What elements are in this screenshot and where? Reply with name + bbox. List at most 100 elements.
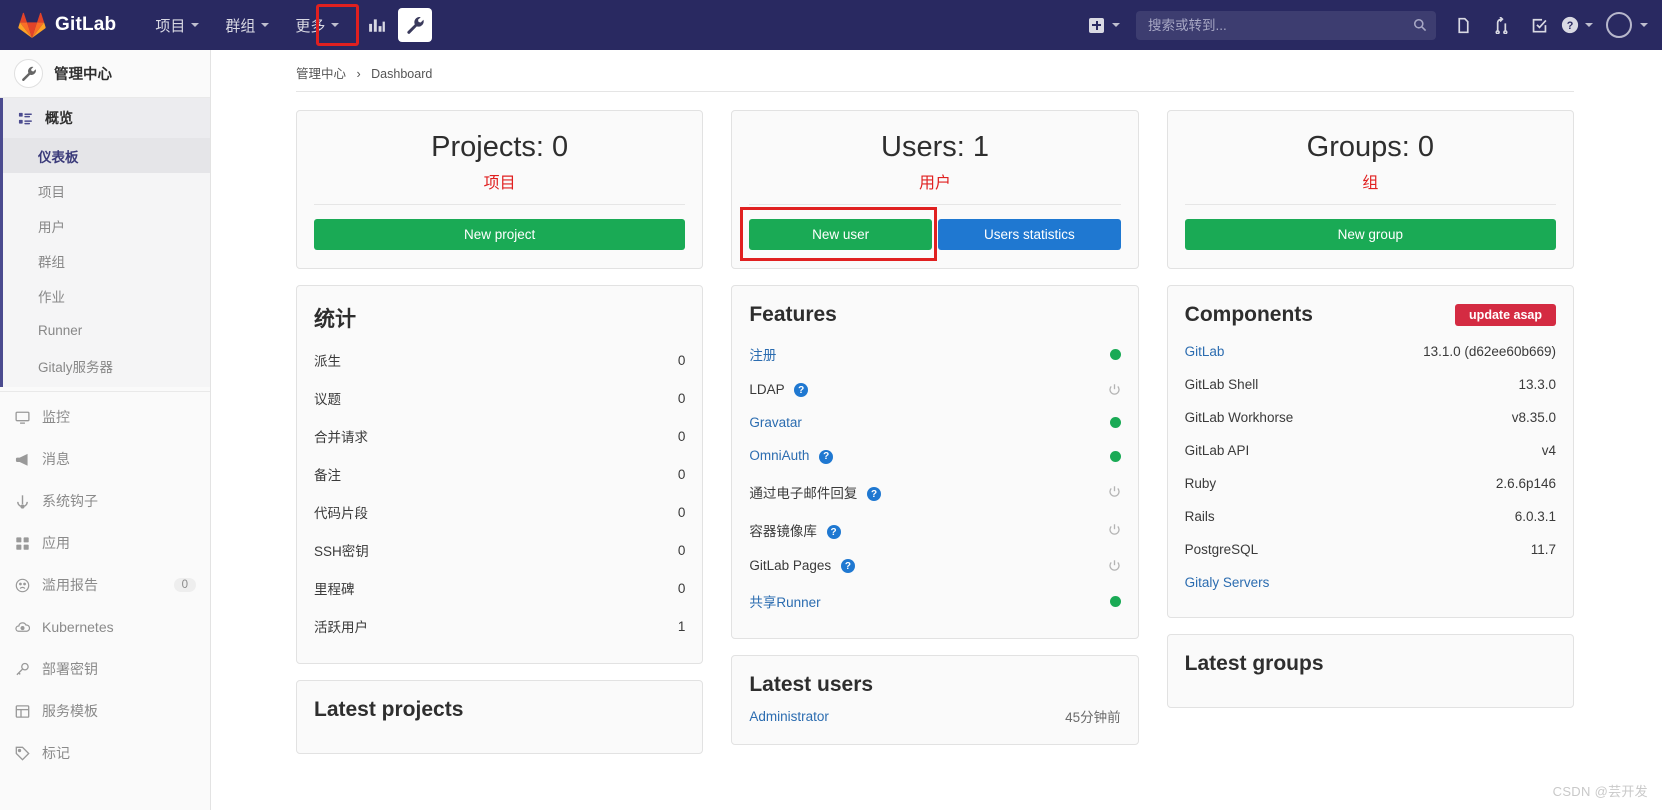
merge-requests-icon[interactable]: [1484, 8, 1518, 42]
users-statistics-button[interactable]: Users statistics: [938, 219, 1121, 250]
sidebar-item-gitaly-servers[interactable]: Gitaly服务器: [3, 348, 210, 383]
chart-bar-icon[interactable]: [360, 8, 394, 42]
feature-label[interactable]: OmniAuth: [749, 448, 809, 463]
feature-label[interactable]: 注册: [749, 348, 776, 363]
sidebar-item-users[interactable]: 用户: [3, 208, 210, 243]
sidebar-item-labels[interactable]: 标记: [0, 732, 210, 774]
component-value: v8.35.0: [1511, 410, 1556, 425]
component-label: Ruby: [1184, 476, 1217, 491]
search-box[interactable]: [1136, 10, 1436, 40]
sidebar-item-monitoring[interactable]: 监控: [0, 396, 210, 438]
search-icon[interactable]: [1413, 18, 1427, 32]
issues-icon[interactable]: [1446, 8, 1480, 42]
sidebar-item-deploy-keys[interactable]: 部署密钥: [0, 648, 210, 690]
plus-square-icon: [1089, 17, 1104, 33]
sidebar-item-system-hooks[interactable]: 系统钩子: [0, 480, 210, 522]
projects-button-row: New project: [314, 219, 686, 250]
sidebar-header-title: 管理中心: [54, 67, 112, 83]
sidebar-item-projects[interactable]: 项目: [3, 173, 210, 208]
component-label: GitLab Shell: [1184, 377, 1259, 392]
breadcrumb-root[interactable]: 管理中心: [296, 67, 346, 81]
new-group-button[interactable]: New group: [1184, 219, 1556, 250]
stat-label: 里程碑: [314, 582, 355, 597]
stat-label: 派生: [314, 354, 341, 369]
sidebar-item-jobs-label: 作业: [38, 289, 65, 305]
update-asap-badge[interactable]: update asap: [1455, 304, 1556, 326]
components-card: Components update asap GitLab 13.1.0 (d6…: [1166, 285, 1574, 618]
feature-label-group: LDAP ?: [749, 382, 809, 398]
sidebar-item-groups[interactable]: 群组: [3, 243, 210, 278]
sidebar-item-abuse-reports[interactable]: 滥用报告 0: [0, 564, 210, 606]
stat-label: 活跃用户: [314, 620, 368, 635]
status-badge-on: [1109, 348, 1121, 360]
sidebar-item-dashboard-label: 仪表板: [38, 149, 79, 165]
stat-label: 代码片段: [314, 506, 368, 521]
help-icon[interactable]: ?: [1560, 8, 1594, 42]
feature-label-group: GitLab Pages ?: [749, 557, 855, 574]
gitlab-logo-icon[interactable]: [18, 12, 46, 38]
dashboard-column-groups: Groups: 0 组 New group Components update …: [1166, 110, 1574, 754]
sidebar-overview-submenu: 仪表板 项目 用户 群组 作业 Runner Gitaly服务器: [0, 138, 210, 387]
component-label[interactable]: GitLab: [1185, 344, 1225, 359]
nav-item-groups[interactable]: 群组: [212, 0, 282, 50]
sidebar-divider: [0, 391, 210, 392]
help-icon[interactable]: ?: [826, 525, 841, 540]
sidebar-item-jobs[interactable]: 作业: [3, 278, 210, 313]
nav-item-more[interactable]: 更多: [282, 0, 352, 50]
feature-label-group: 通过电子邮件回复 ?: [749, 482, 882, 502]
breadcrumb: 管理中心 › Dashboard: [296, 50, 1574, 92]
feature-label: GitLab Pages: [749, 557, 832, 573]
sidebar-item-service-templates[interactable]: 服务模板: [0, 690, 210, 732]
feature-label-group: Gravatar: [749, 415, 802, 430]
new-user-button[interactable]: New user: [749, 219, 932, 250]
sidebar-item-applications[interactable]: 应用: [0, 522, 210, 564]
status-badge-off: [1108, 523, 1121, 536]
sidebar-item-overview[interactable]: 概览: [0, 98, 210, 138]
new-project-button[interactable]: New project: [314, 219, 686, 250]
table-row: PostgreSQL 11.7: [1185, 533, 1556, 566]
megaphone-icon: [14, 451, 31, 468]
new-item-button[interactable]: [1079, 17, 1130, 33]
feature-label[interactable]: Gravatar: [749, 415, 802, 430]
components-header: Components update asap: [1185, 303, 1556, 327]
sidebar-item-messages[interactable]: 消息: [0, 438, 210, 480]
feature-label-group: 共享Runner: [749, 591, 820, 611]
stat-label: 合并请求: [314, 430, 368, 445]
component-label: GitLab Workhorse: [1184, 410, 1294, 425]
admin-area-wrench-icon[interactable]: [398, 8, 433, 42]
help-icon[interactable]: ?: [840, 559, 855, 574]
key-icon: [14, 661, 31, 678]
todos-icon[interactable]: [1522, 8, 1556, 42]
sidebar-item-deploy-keys-label: 部署密钥: [42, 661, 98, 677]
feature-label: LDAP: [749, 382, 785, 397]
latest-user-name[interactable]: Administrator: [749, 709, 829, 724]
sidebar-item-kubernetes[interactable]: Kubernetes: [0, 606, 210, 648]
component-value: 2.6.6p146: [1495, 476, 1556, 491]
avatar[interactable]: [1606, 12, 1632, 38]
stat-value: 0: [677, 542, 686, 558]
apps-icon: [14, 535, 31, 552]
nav-item-projects-label: 项目: [155, 17, 186, 35]
search-input[interactable]: [1148, 17, 1413, 33]
overview-icon: [17, 110, 34, 127]
gitaly-servers-link[interactable]: Gitaly Servers: [1185, 566, 1556, 599]
component-value: 11.7: [1530, 542, 1556, 557]
feature-label: 通过电子邮件回复: [749, 485, 858, 501]
feature-label[interactable]: 共享Runner: [749, 595, 820, 610]
chevron-down-icon[interactable]: [1640, 23, 1648, 27]
sidebar-item-dashboard[interactable]: 仪表板: [3, 138, 210, 173]
sidebar-item-runner[interactable]: Runner: [3, 313, 210, 348]
label-icon: [14, 745, 31, 762]
projects-count-title: Projects: 0: [431, 131, 569, 163]
help-icon[interactable]: ?: [819, 449, 834, 464]
nav-item-projects[interactable]: 项目: [142, 0, 212, 50]
nav-item-groups-label: 群组: [225, 17, 256, 35]
stat-value: 0: [677, 580, 686, 596]
help-icon[interactable]: ?: [794, 383, 809, 398]
table-row: 合并请求 0: [314, 417, 685, 455]
groups-button-row: New group: [1184, 219, 1556, 250]
sidebar-item-applications-label: 应用: [42, 535, 70, 551]
divider: [749, 204, 1121, 205]
users-count-title: Users: 1: [881, 131, 989, 163]
help-icon[interactable]: ?: [867, 487, 882, 502]
